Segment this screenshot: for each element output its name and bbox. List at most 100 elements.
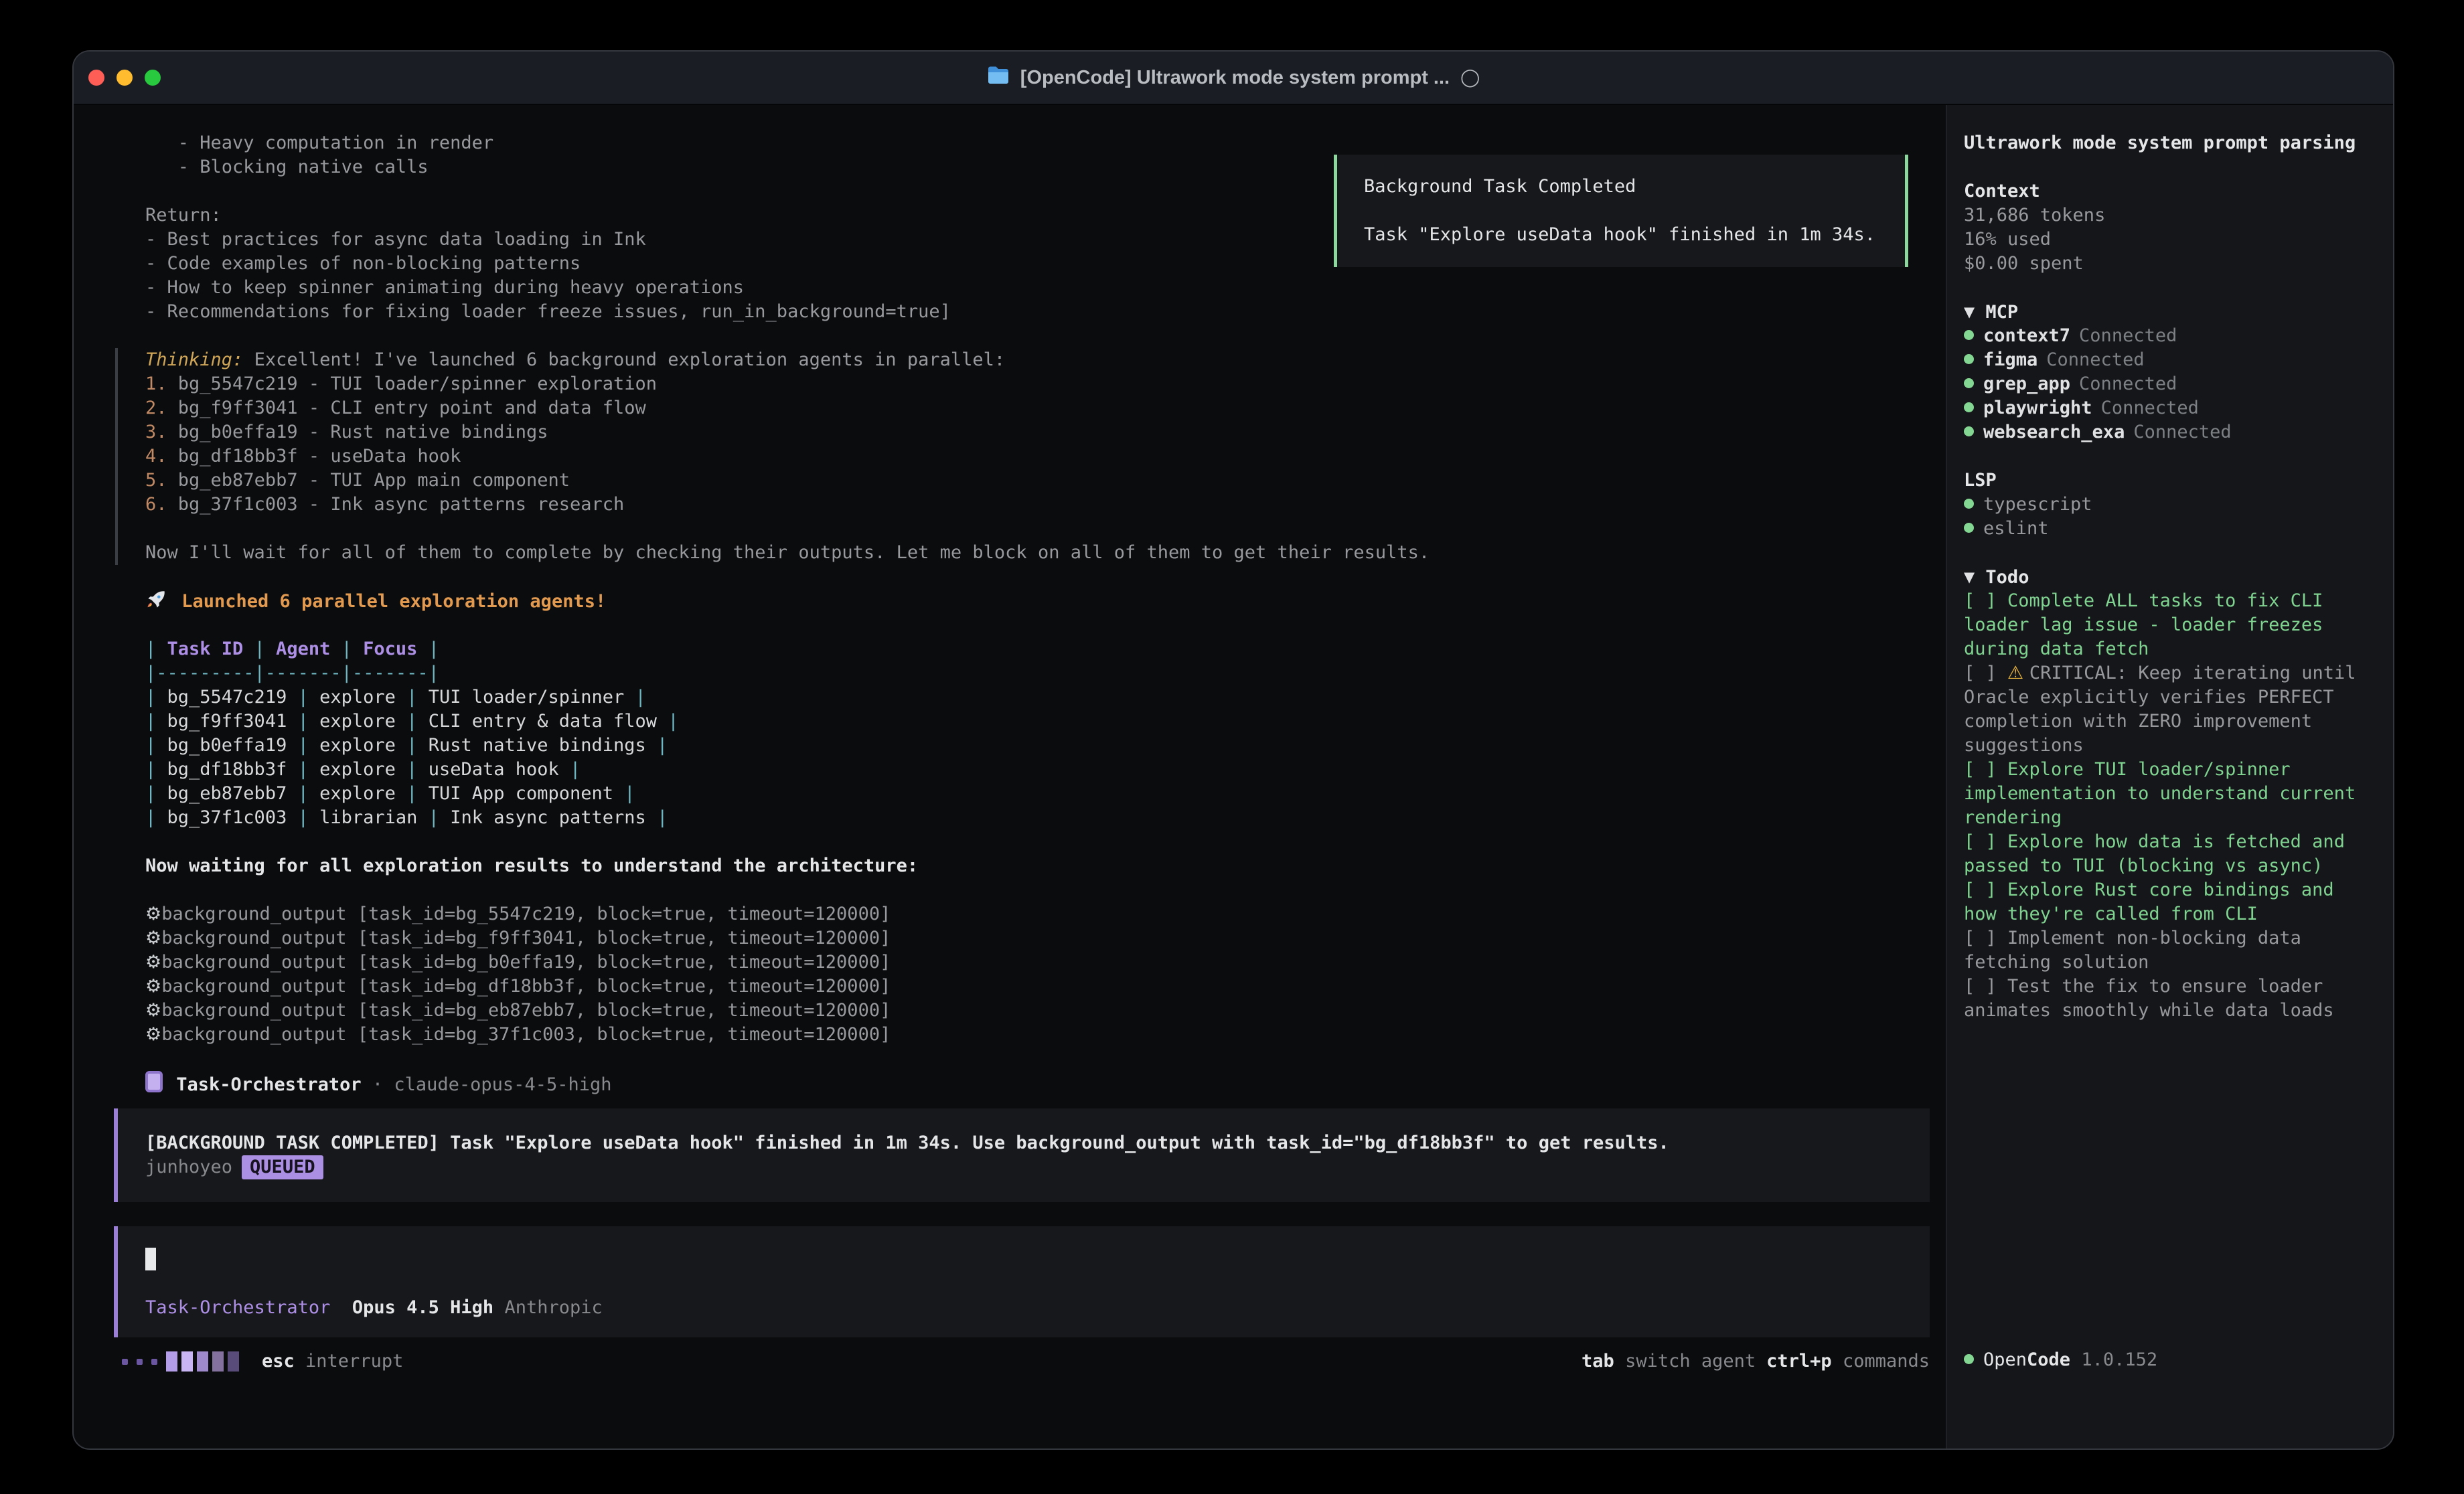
terminal-text: background_output [task_id=bg_eb87ebb7, … <box>161 1000 891 1021</box>
terminal-text: useData hook <box>429 759 559 780</box>
mcp-section-header[interactable]: ▼ MCP <box>1964 300 2368 324</box>
terminal-line: 4. bg_df18bb3f - useData hook <box>145 444 1946 469</box>
terminal-text: 3. <box>145 422 178 442</box>
terminal-text: Task-Orchestrator <box>165 1074 362 1095</box>
terminal-line <box>145 613 1946 637</box>
terminal-line: 6. bg_37f1c003 - Ink async patterns rese… <box>145 493 1946 517</box>
terminal-text: · claude-opus-4-5-high <box>362 1074 612 1095</box>
terminal-line: 2. bg_f9ff3041 - CLI entry point and dat… <box>145 396 1946 420</box>
spinner-block <box>228 1351 239 1372</box>
agent-avatar-icon <box>145 1071 163 1092</box>
ctrlp-key-label: commands <box>1832 1351 1930 1372</box>
terminal-text: | <box>417 639 439 659</box>
terminal-text: bg_5547c219 - TUI loader/spinner explora… <box>178 374 657 394</box>
todo-checkbox: [ ] <box>1964 976 2007 997</box>
terminal-text: | <box>396 687 429 708</box>
gear-icon: ⚙ <box>145 904 161 924</box>
terminal-text: | <box>559 759 581 780</box>
terminal-text: 1. <box>145 374 178 394</box>
terminal-text: bg_f9ff3041 <box>167 711 287 732</box>
rocket-icon <box>145 591 171 612</box>
gear-icon: ⚙ <box>145 952 161 973</box>
terminal-text: background_output [task_id=bg_37f1c003, … <box>161 1024 891 1045</box>
terminal-line: | bg_eb87ebb7 | explore | TUI App compon… <box>145 782 1946 806</box>
zoom-window-button[interactable] <box>145 70 161 86</box>
terminal-text: bg_f9ff3041 - CLI entry point and data f… <box>178 398 646 418</box>
terminal-line: ⚙background_output [task_id=bg_5547c219,… <box>145 902 1946 926</box>
terminal-line: ⚙background_output [task_id=bg_df18bb3f,… <box>145 975 1946 999</box>
banner-text: [BACKGROUND TASK COMPLETED] Task "Explor… <box>145 1131 1930 1155</box>
terminal-text: bg_eb87ebb7 <box>167 783 287 804</box>
provider-label: Anthropic <box>504 1297 602 1318</box>
terminal-text: bg_df18bb3f <box>167 759 287 780</box>
active-model-label: Opus 4.5 High <box>352 1297 493 1318</box>
minimize-window-button[interactable] <box>117 70 133 86</box>
terminal-text: | <box>287 735 319 756</box>
terminal-text: 2. <box>145 398 178 418</box>
terminal-line: | bg_b0effa19 | explore | Rust native bi… <box>145 734 1946 758</box>
connected-status-icon <box>1964 378 1974 388</box>
terminal-text: background_output [task_id=bg_b0effa19, … <box>161 952 891 973</box>
banner-meta: junhoyeoQUEUED <box>145 1155 1930 1179</box>
terminal-text: |---------|-------|-------| <box>145 663 439 683</box>
terminal-text: | <box>287 807 319 828</box>
terminal-text: explore <box>319 711 396 732</box>
close-window-button[interactable] <box>88 70 104 86</box>
terminal-text: Focus <box>363 639 417 659</box>
todo-text: Explore how data is fetched and passed t… <box>1964 831 2356 876</box>
terminal-text: Now I'll wait for all of them to complet… <box>145 542 1430 563</box>
toast-body: Task "Explore useData hook" finished in … <box>1364 223 1878 247</box>
keybind-hints: tab switch agent ctrl+p commands <box>1582 1349 1930 1374</box>
mcp-status: Connected <box>2101 398 2199 418</box>
terminal-text: CLI entry & data flow <box>429 711 657 732</box>
terminal-text: | <box>646 735 668 756</box>
terminal-text: | <box>287 759 319 780</box>
terminal-text: Ink async patterns <box>450 807 646 828</box>
esc-key-label: interrupt <box>295 1349 404 1374</box>
gear-icon: ⚙ <box>145 976 161 997</box>
terminal-text: - Blocking native calls <box>145 157 429 177</box>
mcp-status: Connected <box>2133 422 2231 442</box>
todo-item: [ ] Explore TUI loader/spinner implement… <box>1964 758 2367 830</box>
window-title: [OpenCode] Ultrawork mode system prompt … <box>1020 67 1450 89</box>
title-bar: [OpenCode] Ultrawork mode system prompt … <box>74 52 2393 105</box>
conversation-scroll-area[interactable]: - Heavy computation in render - Blocking… <box>74 105 1946 1448</box>
todo-checkbox: [ ] <box>1964 590 2007 611</box>
mcp-item: grep_appConnected <box>1964 372 2368 396</box>
terminal-text: - How to keep spinner animating during h… <box>145 277 744 298</box>
terminal-text: 5. <box>145 470 178 491</box>
terminal-text: bg_df18bb3f - useData hook <box>178 446 461 467</box>
esc-key-hint: esc <box>262 1349 295 1374</box>
terminal-line <box>145 878 1946 902</box>
terminal-text: | <box>417 807 450 828</box>
spinner-block <box>212 1351 224 1372</box>
terminal-text: - Code examples of non-blocking patterns <box>145 253 581 274</box>
terminal-text: explore <box>319 759 396 780</box>
terminal-text: Rust native bindings <box>429 735 646 756</box>
terminal-line: | bg_df18bb3f | explore | useData hook | <box>145 758 1946 782</box>
terminal-text: bg_37f1c003 - Ink async patterns researc… <box>178 494 624 515</box>
terminal-text: explore <box>319 687 396 708</box>
status-bar: esc interrupt tab switch agent ctrl+p co… <box>122 1349 1930 1374</box>
spinner-dot <box>122 1359 128 1365</box>
terminal-line <box>145 324 1946 348</box>
terminal-line: ⚙background_output [task_id=bg_b0effa19,… <box>145 950 1946 975</box>
terminal-text: background_output [task_id=bg_df18bb3f, … <box>161 976 891 997</box>
connected-status-icon <box>1964 330 1974 340</box>
terminal-text: 4. <box>145 446 178 467</box>
terminal-line: - Recommendations for fixing loader free… <box>145 300 1946 324</box>
mcp-name: context7 <box>1983 325 2070 346</box>
terminal-line: ⚙background_output [task_id=bg_37f1c003,… <box>145 1023 1946 1047</box>
todo-checkbox: [ ] <box>1964 831 2007 852</box>
tab-key-hint: tab <box>1582 1351 1614 1372</box>
terminal-line <box>145 565 1946 589</box>
terminal-text: | <box>145 711 167 732</box>
context-used: 16% used <box>1964 228 2368 252</box>
todo-section-header[interactable]: ▼ Todo <box>1964 565 2368 589</box>
folder-icon <box>987 65 1010 90</box>
mcp-status: Connected <box>2079 325 2177 346</box>
prompt-input[interactable]: Task-Orchestrator Opus 4.5 High Anthropi… <box>114 1226 1930 1337</box>
lsp-name: eslint <box>1983 518 2049 539</box>
gear-icon: ⚙ <box>145 1000 161 1021</box>
terminal-text: | <box>243 639 276 659</box>
